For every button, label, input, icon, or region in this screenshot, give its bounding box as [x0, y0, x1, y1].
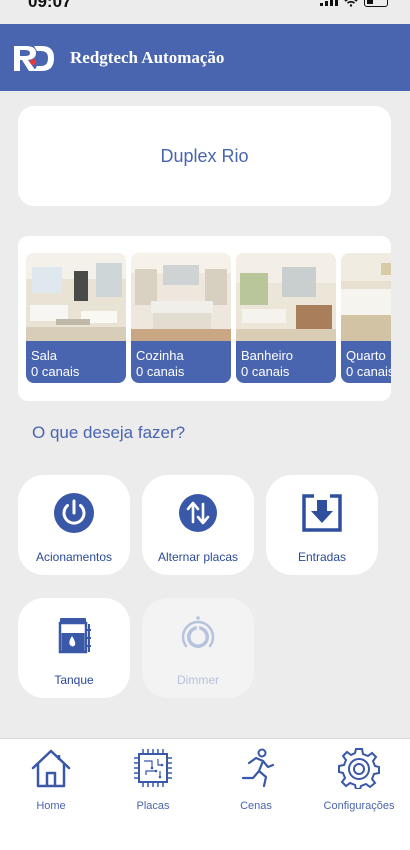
room-photo: [341, 253, 391, 341]
water-tank-icon: [58, 618, 91, 654]
room-channels: 0 canais: [31, 364, 80, 379]
home-icon: [31, 749, 71, 788]
download-box-icon: [302, 494, 342, 532]
action-label: Alternar placas: [157, 550, 239, 564]
house-card[interactable]: Duplex Rio: [18, 106, 391, 206]
tab-home[interactable]: Home: [0, 747, 102, 812]
entradas-button[interactable]: Entradas: [266, 475, 378, 575]
tab-label: Cenas: [240, 800, 272, 812]
running-person-icon: [241, 748, 275, 788]
bottom-tab-bar: Home Placas Cenas Configurações: [0, 738, 410, 850]
status-bar: 09:07: [0, 0, 410, 24]
signal-icon: [320, 0, 338, 6]
rooms-carousel[interactable]: Sala 0 canais Cozinha 0 canais Banheiro …: [18, 236, 391, 401]
dimmer-knob-icon: [181, 616, 215, 648]
room-name: Quarto: [346, 348, 386, 363]
room-card-quarto[interactable]: Quarto 0 canais: [341, 253, 391, 383]
room-info: Quarto 0 canais: [341, 341, 391, 383]
room-channels: 0 canais: [346, 364, 391, 379]
tab-label: Home: [36, 800, 66, 812]
house-name: Duplex Rio: [160, 145, 249, 166]
tanque-button[interactable]: Tanque: [18, 598, 130, 698]
action-label: Dimmer: [177, 673, 219, 687]
room-card-cozinha[interactable]: Cozinha 0 canais: [131, 253, 231, 383]
action-label: Acionamentos: [35, 550, 113, 564]
swap-arrows-icon: [179, 494, 217, 532]
acionamentos-button[interactable]: Acionamentos: [18, 475, 130, 575]
action-label: Tanque: [54, 673, 94, 687]
room-name: Sala: [31, 348, 58, 363]
room-name: Banheiro: [241, 348, 294, 363]
alternar-placas-button[interactable]: Alternar placas: [142, 475, 254, 575]
circuit-board-icon: [134, 749, 172, 787]
app-header: Redgtech Automação: [0, 24, 410, 91]
room-card-sala[interactable]: Sala 0 canais: [26, 253, 126, 383]
room-photo: [236, 253, 336, 341]
status-icons: [320, 0, 388, 7]
section-question: O que deseja fazer?: [32, 423, 186, 442]
room-name: Cozinha: [136, 348, 184, 363]
room-info: Banheiro 0 canais: [236, 341, 336, 383]
tab-label: Configurações: [323, 800, 395, 812]
room-channels: 0 canais: [241, 364, 290, 379]
tab-configuracoes[interactable]: Configurações: [308, 747, 410, 812]
room-info: Sala 0 canais: [26, 341, 126, 383]
action-label: Entradas: [297, 550, 347, 564]
wifi-icon: [344, 0, 358, 7]
room-photo: [131, 253, 231, 341]
rooms-track: Sala 0 canais Cozinha 0 canais Banheiro …: [26, 253, 391, 383]
tab-placas[interactable]: Placas: [102, 747, 204, 812]
room-photo: [26, 253, 126, 341]
redgtech-logo: [14, 45, 54, 71]
room-info: Cozinha 0 canais: [131, 341, 231, 383]
dimmer-button[interactable]: Dimmer: [142, 598, 254, 698]
app-title: Redgtech Automação: [70, 47, 225, 67]
tab-cenas[interactable]: Cenas: [205, 747, 307, 812]
gear-icon: [338, 748, 380, 789]
room-card-banheiro[interactable]: Banheiro 0 canais: [236, 253, 336, 383]
status-time: 09:07: [28, 0, 72, 11]
tab-label: Placas: [136, 800, 170, 812]
battery-icon: [364, 0, 388, 7]
room-channels: 0 canais: [136, 364, 185, 379]
power-icon: [54, 493, 94, 533]
